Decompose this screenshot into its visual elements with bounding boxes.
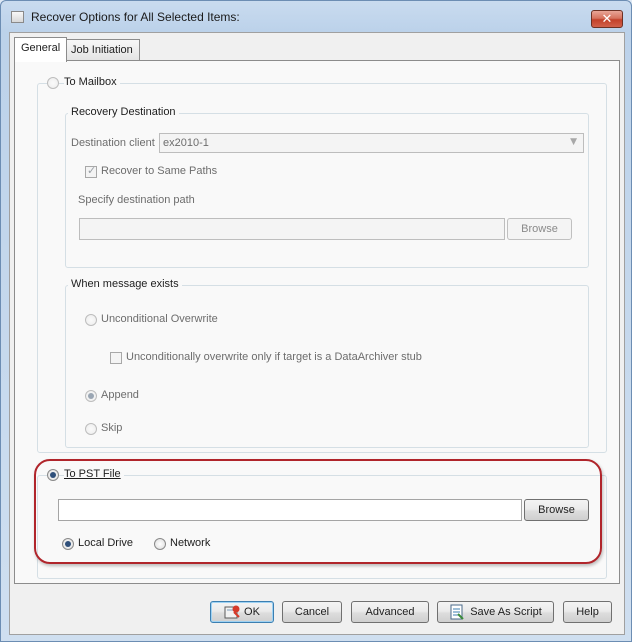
- recovery-destination-group: Recovery Destination Destination client …: [65, 106, 589, 268]
- overwrite-stub-label: Unconditionally overwrite only if target…: [126, 351, 422, 363]
- ok-button[interactable]: OK: [210, 601, 274, 623]
- recovery-destination-title: Recovery Destination: [68, 106, 179, 118]
- network-label: Network: [170, 537, 211, 549]
- chevron-down-icon: ▼: [570, 137, 577, 147]
- recover-same-paths-label: Recover to Same Paths: [101, 165, 218, 177]
- run-job-icon: [224, 604, 240, 620]
- recover-options-dialog: Recover Options for All Selected Items: …: [0, 0, 632, 642]
- tab-job-initiation[interactable]: Job Initiation: [64, 39, 140, 61]
- append-radio[interactable]: [85, 390, 97, 402]
- save-as-script-label: Save As Script: [470, 606, 542, 618]
- destination-path-input[interactable]: [79, 218, 505, 240]
- help-button[interactable]: Help: [563, 601, 612, 623]
- to-mailbox-radio[interactable]: [47, 77, 59, 89]
- destination-client-value: ex2010-1: [163, 137, 209, 149]
- destination-client-label: Destination client: [71, 137, 155, 149]
- recover-same-paths-checkbox[interactable]: [85, 164, 97, 178]
- script-icon: [449, 604, 465, 620]
- general-tab-panel: To Mailbox Recovery Destination Destinat…: [14, 60, 620, 584]
- to-pst-label: To PST File: [64, 468, 124, 480]
- skip-radio[interactable]: [85, 423, 97, 435]
- window-title: Recover Options for All Selected Items:: [31, 10, 240, 24]
- pst-path-input[interactable]: [58, 499, 522, 521]
- title-bar[interactable]: Recover Options for All Selected Items: …: [1, 1, 631, 31]
- tab-general[interactable]: General: [14, 37, 68, 62]
- to-mailbox-label: To Mailbox: [64, 76, 120, 88]
- unconditional-overwrite-radio[interactable]: [85, 314, 97, 326]
- destination-client-select[interactable]: ex2010-1 ▼: [159, 133, 584, 153]
- local-drive-label: Local Drive: [78, 537, 134, 549]
- skip-label: Skip: [101, 422, 123, 434]
- destination-browse-button[interactable]: Browse: [507, 218, 572, 240]
- append-label: Append: [101, 389, 139, 401]
- to-pst-radio[interactable]: [47, 469, 59, 481]
- when-message-exists-group: When message exists Unconditional Overwr…: [65, 278, 589, 448]
- to-pst-group: To PST File Browse Local Drive Network: [37, 468, 607, 579]
- window-icon: [11, 11, 24, 23]
- network-radio[interactable]: [154, 538, 166, 550]
- overwrite-stub-checkbox[interactable]: [110, 352, 122, 364]
- dialog-body: General Job Initiation To Mailbox Recove…: [9, 32, 625, 635]
- advanced-button[interactable]: Advanced: [351, 601, 429, 623]
- save-as-script-button[interactable]: Save As Script: [437, 601, 554, 623]
- pst-browse-button[interactable]: Browse: [524, 499, 589, 521]
- when-message-exists-title: When message exists: [68, 278, 182, 290]
- specify-path-label: Specify destination path: [78, 194, 195, 206]
- local-drive-radio[interactable]: [62, 538, 74, 550]
- to-mailbox-group: To Mailbox Recovery Destination Destinat…: [37, 76, 607, 453]
- unconditional-overwrite-label: Unconditional Overwrite: [101, 313, 218, 325]
- close-button[interactable]: ✕: [591, 10, 623, 28]
- close-icon: ✕: [601, 11, 613, 27]
- ok-label: OK: [244, 606, 260, 618]
- cancel-button[interactable]: Cancel: [282, 601, 342, 623]
